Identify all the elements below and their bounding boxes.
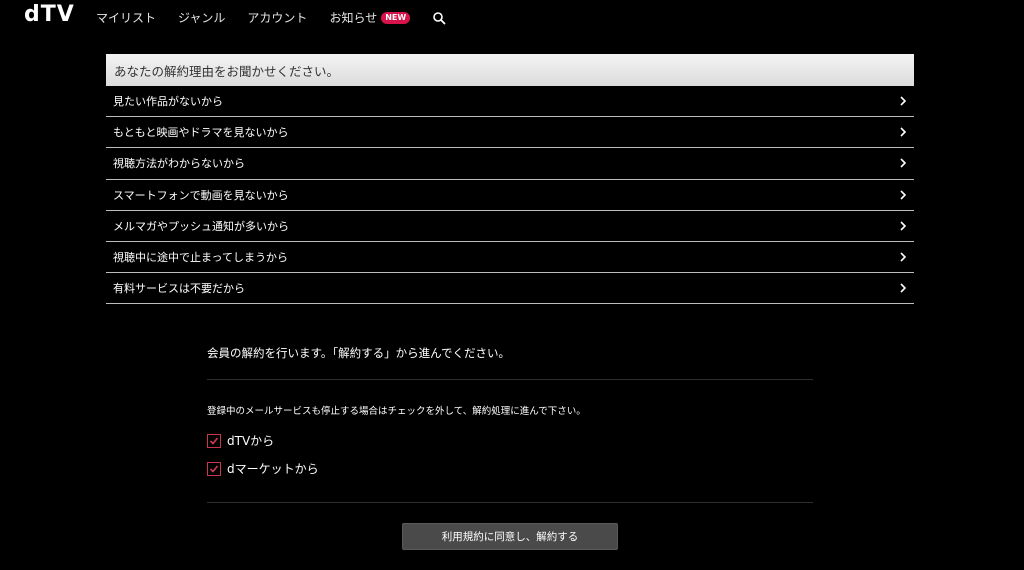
- reason-label: 視聴方法がわからないから: [113, 157, 245, 171]
- checkbox[interactable]: [207, 461, 221, 476]
- reason-item[interactable]: もともと映画やドラマを見ないから: [106, 117, 914, 149]
- reason-label: 視聴中に途中で止まってしまうから: [113, 251, 289, 265]
- chevron-right-icon: [900, 221, 907, 231]
- dtv-logo[interactable]: dTV: [24, 2, 75, 27]
- divider: [207, 379, 813, 380]
- reason-label: 有料サービスは不要だから: [113, 282, 245, 296]
- nav-menu: マイリスト ジャンル アカウント お知らせ NEW: [96, 9, 446, 26]
- top-nav: dTV マイリスト ジャンル アカウント お知らせ NEW: [0, 0, 1024, 34]
- chevron-right-icon: [900, 96, 907, 106]
- chevron-right-icon: [900, 190, 907, 200]
- reason-item[interactable]: メルマガやプッシュ通知が多いから: [106, 211, 914, 242]
- mail-service-note: 登録中のメールサービスも停止する場合はチェックを外して、解約処理に進んで下さい。: [207, 406, 586, 417]
- reason-item[interactable]: スマートフォンで動画を見ないから: [106, 180, 914, 211]
- reason-item[interactable]: 視聴方法がわからないから: [106, 148, 914, 180]
- reason-item[interactable]: 見たい作品がないから: [106, 86, 914, 118]
- nav-label: アカウント: [247, 11, 308, 25]
- agree-cancel-button[interactable]: 利用規約に同意し、解約する: [402, 523, 618, 550]
- cancel-reasons-list: あなたの解約理由をお聞かせください。 見たい作品がないから もともと映画やドラマ…: [106, 54, 914, 305]
- reason-label: スマートフォンで動画を見ないから: [113, 188, 289, 202]
- reason-label: 見たい作品がないから: [113, 95, 223, 109]
- confirm-message: 会員の解約を行います。「解約する」から進んでください。: [207, 346, 511, 360]
- chevron-right-icon: [900, 158, 907, 169]
- chevron-right-icon: [900, 127, 907, 137]
- nav-item-account[interactable]: アカウント: [247, 9, 307, 26]
- reason-item[interactable]: 視聴中に途中で止まってしまうから: [106, 242, 914, 274]
- reasons-title: あなたの解約理由をお聞かせください。: [106, 54, 914, 86]
- nav-item-mylist[interactable]: マイリスト: [96, 9, 156, 26]
- reason-label: もともと映画やドラマを見ないから: [113, 126, 289, 140]
- checkbox[interactable]: [207, 433, 221, 448]
- chevron-right-icon: [900, 283, 907, 293]
- check-icon: [209, 464, 219, 473]
- nav-label: マイリスト: [96, 11, 157, 25]
- checkbox-dtv[interactable]: dTVから: [207, 432, 274, 449]
- checkbox-label: dTVから: [227, 434, 275, 448]
- divider: [207, 502, 813, 503]
- checkbox-dmarket[interactable]: dマーケットから: [207, 460, 319, 477]
- search-icon[interactable]: [432, 11, 446, 25]
- nav-item-genre[interactable]: ジャンル: [178, 9, 225, 26]
- nav-item-news[interactable]: お知らせ NEW: [329, 9, 411, 26]
- nav-label: お知らせ: [329, 11, 378, 25]
- reason-label: メルマガやプッシュ通知が多いから: [113, 219, 289, 233]
- reason-item[interactable]: 有料サービスは不要だから: [106, 273, 914, 305]
- checkbox-label: dマーケットから: [227, 462, 319, 476]
- check-icon: [209, 436, 219, 445]
- chevron-right-icon: [900, 252, 907, 262]
- nav-label: ジャンル: [178, 11, 226, 25]
- new-badge: NEW: [381, 11, 411, 24]
